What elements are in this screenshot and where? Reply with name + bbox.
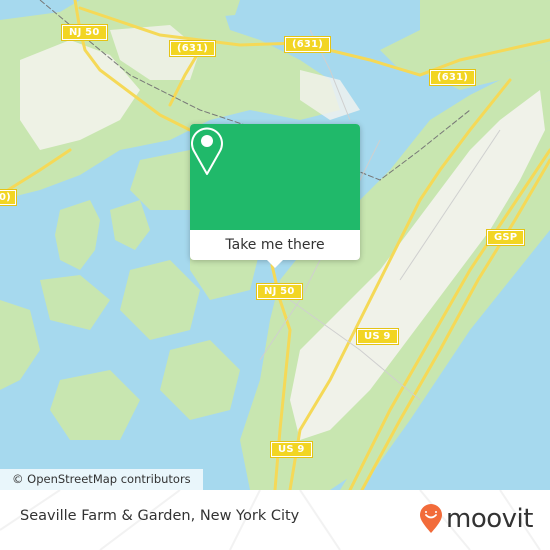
road-label-cr631-west: (631) [168, 40, 217, 57]
road-label-us9-mid: US 9 [356, 328, 399, 345]
road-label-nj50-south: NJ 50 [256, 283, 303, 300]
popup-header [190, 124, 360, 230]
take-me-there-button[interactable]: Take me there [190, 230, 360, 260]
road-label-us9-south: US 9 [270, 441, 313, 458]
road-label-nj50-north: NJ 50 [61, 24, 108, 41]
popup-tail [266, 259, 284, 268]
moovit-pin-icon [420, 504, 442, 533]
moovit-logo[interactable]: moovit [419, 504, 533, 534]
footer: Seaville Farm & Garden, New York City mo… [0, 490, 550, 550]
road-label-cr631-east: (631) [428, 69, 477, 86]
map-attribution[interactable]: © OpenStreetMap contributors [0, 469, 203, 490]
road-label-cr631-mid: (631) [283, 36, 332, 53]
road-label-gsp: GSP [485, 229, 526, 246]
map-view[interactable]: NJ 50 (631) (631) (631) 0) GSP NJ 50 US … [0, 0, 550, 490]
location-pin-icon [191, 127, 223, 175]
place-title: Seaville Farm & Garden, New York City [20, 508, 300, 524]
brand-name: moovit [446, 504, 533, 534]
location-popup: Take me there [190, 124, 360, 268]
road-label-partial-west: 0) [0, 189, 17, 206]
